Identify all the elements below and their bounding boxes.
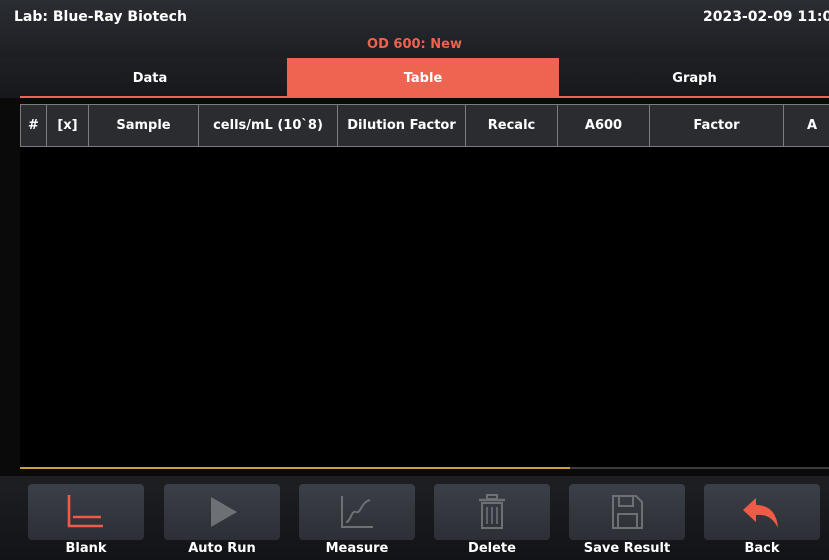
table-header-row: # [x] Sample cells/mL (10`8) Dilution Fa… xyxy=(20,104,829,147)
col-header-index[interactable]: # xyxy=(20,104,47,147)
trash-icon xyxy=(472,492,512,532)
col-header-next[interactable]: A xyxy=(783,104,829,147)
results-table: # [x] Sample cells/mL (10`8) Dilution Fa… xyxy=(20,104,829,147)
back-arrow-icon xyxy=(740,492,784,532)
blank-icon xyxy=(63,492,109,532)
col-header-factor[interactable]: Factor xyxy=(649,104,784,147)
save-result-button[interactable] xyxy=(569,484,685,540)
auto-run-label: Auto Run xyxy=(188,541,256,556)
tab-underline-left xyxy=(20,96,287,98)
back-label: Back xyxy=(744,541,780,556)
tab-data[interactable]: Data xyxy=(14,58,286,98)
delete-button[interactable] xyxy=(434,484,550,540)
tab-bar: Data Table Graph xyxy=(0,58,829,98)
col-header-a600[interactable]: A600 xyxy=(557,104,650,147)
blank-label: Blank xyxy=(65,541,107,556)
measure-graph-icon xyxy=(337,492,377,532)
delete-label: Delete xyxy=(468,541,516,556)
tab-underline-right xyxy=(559,96,829,98)
col-header-sample[interactable]: Sample xyxy=(88,104,199,147)
scrollbar-thumb[interactable] xyxy=(20,467,570,469)
header-bar: Lab: Blue-Ray Biotech 2023-02-09 11:05 O… xyxy=(0,0,829,58)
col-header-recalc[interactable]: Recalc xyxy=(465,104,558,147)
col-header-select[interactable]: [x] xyxy=(46,104,89,147)
save-result-label: Save Result xyxy=(583,541,671,556)
measure-label: Measure xyxy=(325,541,389,556)
blank-button[interactable] xyxy=(28,484,144,540)
auto-run-button[interactable] xyxy=(164,484,280,540)
mode-title: OD 600: New xyxy=(367,37,462,52)
col-header-cells-per-ml[interactable]: cells/mL (10`8) xyxy=(198,104,338,147)
tab-table[interactable]: Table xyxy=(287,58,559,98)
results-table-area[interactable]: # [x] Sample cells/mL (10`8) Dilution Fa… xyxy=(20,104,829,468)
measure-button[interactable] xyxy=(299,484,415,540)
lab-name: Lab: Blue-Ray Biotech xyxy=(14,9,187,25)
tab-graph[interactable]: Graph xyxy=(560,58,829,98)
back-button[interactable] xyxy=(704,484,820,540)
date-time: 2023-02-09 11:05 xyxy=(703,9,829,25)
save-icon xyxy=(607,492,647,532)
play-icon xyxy=(202,492,242,532)
col-header-dilution-factor[interactable]: Dilution Factor xyxy=(337,104,466,147)
